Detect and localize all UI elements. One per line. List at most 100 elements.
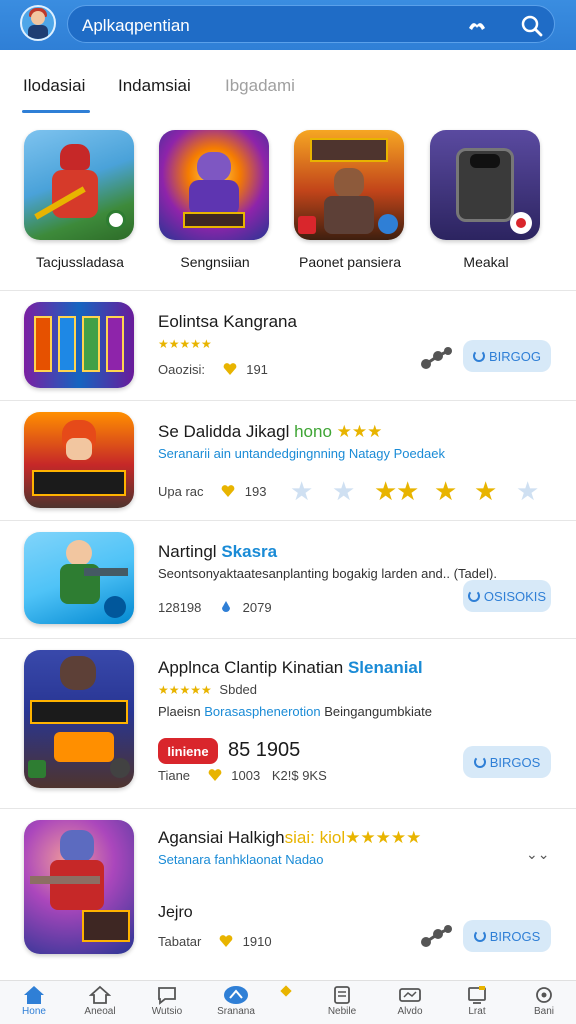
heart-icon bbox=[221, 485, 235, 497]
install-button[interactable]: BIRGOS bbox=[463, 746, 551, 778]
featured-app-label: Meakal bbox=[463, 254, 509, 270]
app-meta: Upa rac 193 bbox=[158, 484, 266, 499]
app-title[interactable]: Eolintsa Kangrana bbox=[158, 312, 297, 332]
avatar-body bbox=[28, 25, 48, 39]
featured-app-label: Tacjussladasa bbox=[36, 254, 124, 270]
status-badge: Iiniene bbox=[158, 738, 218, 764]
bottom-navigation: Hone Aneoal Wutsio Sranana Nebile Alvdo … bbox=[0, 980, 576, 1024]
nav-item-4[interactable]: Sranana bbox=[204, 985, 268, 1017]
document-icon bbox=[334, 986, 350, 1004]
install-button[interactable]: BIROGS bbox=[463, 920, 551, 952]
featured-app-2[interactable]: Sengnsiian bbox=[159, 130, 271, 275]
rating-stars[interactable]: ★ ★ ★ ★ ★ ★ ★ bbox=[290, 476, 550, 507]
search-icon[interactable] bbox=[520, 14, 544, 38]
top-app-bar: Aplkaqpentian bbox=[0, 0, 576, 50]
active-tab-indicator bbox=[22, 110, 90, 113]
refresh-icon bbox=[472, 350, 485, 362]
gear-icon bbox=[536, 987, 552, 1003]
app-icon bbox=[24, 650, 134, 788]
app-subtitle: Plaeisn Borasasphenerotion Beingangumbki… bbox=[158, 704, 432, 719]
star-icon[interactable]: ★ bbox=[516, 476, 539, 507]
refresh-icon bbox=[473, 756, 486, 768]
nav-item-8[interactable]: Bani bbox=[512, 985, 576, 1017]
install-button-label: BIRGOS bbox=[489, 754, 541, 770]
tab-1[interactable]: Ilodasiai bbox=[23, 76, 85, 96]
install-button-label: BIROGS bbox=[489, 928, 541, 944]
nav-item-3[interactable]: Wutsio bbox=[135, 985, 199, 1017]
user-avatar[interactable] bbox=[20, 5, 56, 41]
rocket-icon bbox=[224, 986, 248, 1004]
star-icon[interactable]: ★ bbox=[474, 476, 497, 507]
home-icon bbox=[24, 986, 44, 1004]
meta-left: Tiane bbox=[158, 768, 191, 783]
nav-item-7[interactable]: Lrat bbox=[445, 985, 509, 1017]
nav-item-2[interactable]: Aneoal bbox=[68, 985, 132, 1017]
install-button[interactable]: OSISOKIS bbox=[463, 580, 551, 612]
featured-app-label: Paonet pansiera bbox=[299, 254, 401, 270]
star-icon[interactable]: ★ bbox=[290, 476, 313, 507]
install-button[interactable]: BIRGOG bbox=[463, 340, 551, 372]
chevron-down-icon[interactable]: ⌄⌄ bbox=[526, 846, 549, 863]
heart-icon bbox=[208, 769, 222, 781]
nav-item-6[interactable]: Alvdo bbox=[378, 985, 442, 1017]
search-text[interactable]: Aplkaqpentian bbox=[82, 16, 190, 36]
share-icon[interactable] bbox=[418, 924, 454, 948]
divider bbox=[0, 638, 576, 639]
app-icon bbox=[24, 302, 134, 388]
share-icon[interactable] bbox=[418, 346, 454, 370]
featured-app-3[interactable]: Paonet pansiera bbox=[294, 130, 406, 275]
meta-count: 193 bbox=[244, 484, 267, 499]
meta-left: Oaozisi: bbox=[158, 362, 205, 377]
ticket-icon bbox=[399, 988, 421, 1002]
monitor-icon bbox=[468, 986, 486, 1004]
meta-count: 191 bbox=[246, 362, 268, 377]
tab-2[interactable]: Indamsiai bbox=[118, 76, 191, 96]
app-title[interactable]: Applnca Clantip Kinatian Slenanial bbox=[158, 658, 423, 678]
app-meta: Oaozisi: 191 bbox=[158, 362, 268, 377]
heart-icon bbox=[219, 935, 233, 947]
star-icon[interactable]: ★ bbox=[374, 476, 397, 507]
install-button-label: BIRGOG bbox=[488, 348, 541, 364]
star-icon[interactable]: ★ bbox=[332, 476, 355, 507]
meta-left: Tabatar bbox=[158, 934, 202, 949]
featured-app-icon bbox=[430, 130, 540, 240]
app-icon bbox=[24, 412, 134, 508]
category-tabs: Ilodasiai Indamsiai Ibgadami bbox=[0, 60, 576, 116]
install-button-label: OSISOKIS bbox=[483, 588, 547, 604]
divider bbox=[0, 808, 576, 809]
divider bbox=[0, 400, 576, 401]
refresh-icon bbox=[467, 590, 480, 602]
app-title[interactable]: Nartingl Skasra bbox=[158, 542, 277, 562]
featured-app-1[interactable]: Tacjussladasa bbox=[24, 130, 136, 275]
divider bbox=[0, 520, 576, 521]
app-subtitle: Seontsonyaktaatesanplanting bogakig lard… bbox=[158, 566, 497, 581]
app-extra: Jejro bbox=[158, 904, 193, 921]
app-rating-stars: ★★★★★ bbox=[158, 337, 212, 351]
app-icon bbox=[24, 532, 134, 624]
house-outline-icon bbox=[89, 985, 111, 1004]
featured-app-icon bbox=[159, 130, 269, 240]
app-price: 85 1905 bbox=[228, 739, 301, 761]
nav-item-5[interactable]: Nebile bbox=[310, 985, 374, 1017]
star-icon[interactable]: ★ bbox=[396, 476, 419, 507]
search-bar[interactable]: Aplkaqpentian bbox=[67, 5, 555, 43]
star-icon[interactable]: ★ bbox=[434, 476, 457, 507]
app-title[interactable]: Se Dalidda Jikagl hono ★★★ bbox=[158, 422, 382, 442]
drop-icon bbox=[222, 601, 231, 612]
meta-count: 1003 bbox=[231, 768, 261, 783]
chat-icon bbox=[158, 987, 176, 1005]
app-title[interactable]: Agansiai Halkighsiai: kiol★★★★★ bbox=[158, 828, 421, 848]
meta-left: Upa rac bbox=[158, 484, 204, 499]
avatar-face bbox=[31, 11, 45, 25]
featured-app-label: Sengnsiian bbox=[180, 254, 250, 270]
tab-3[interactable]: Ibgadami bbox=[225, 76, 295, 96]
meta-count: 2079 bbox=[242, 600, 272, 615]
app-meta: Tiane 1003 K2!$ 9KS bbox=[158, 768, 327, 783]
app-subtitle: Seranarii ain untandedgingnning Natagy P… bbox=[158, 446, 445, 461]
nav-home[interactable]: Hone bbox=[2, 985, 66, 1017]
voice-icon[interactable] bbox=[467, 18, 487, 32]
app-subtitle: Setanara fanhklaonat Nadao bbox=[158, 852, 324, 867]
refresh-icon bbox=[473, 930, 486, 942]
featured-app-4[interactable]: Meakal bbox=[430, 130, 542, 275]
meta-count: 1910 bbox=[242, 934, 272, 949]
